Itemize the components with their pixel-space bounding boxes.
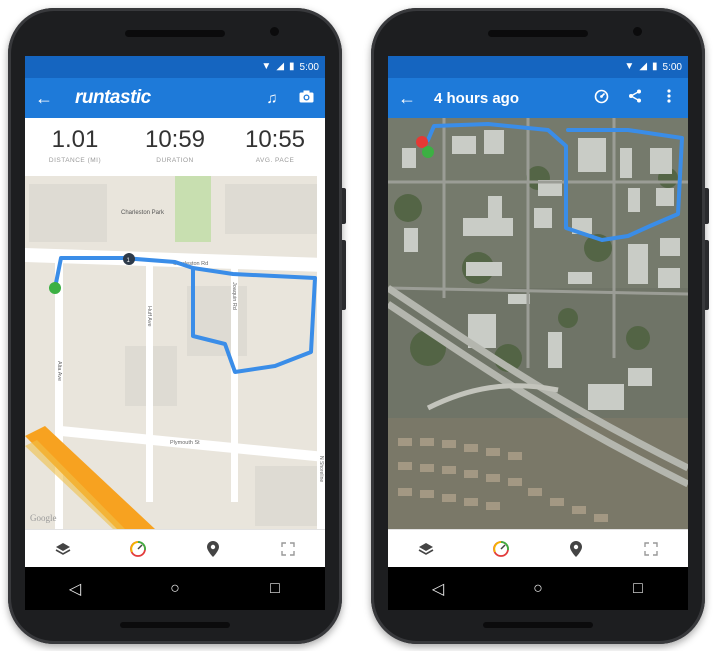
back-nav-icon[interactable]: ◁ (55, 579, 95, 599)
recents-nav-icon[interactable]: □ (618, 580, 658, 598)
location-pin-icon[interactable] (561, 534, 591, 564)
system-nav: ◁ ○ □ (388, 567, 688, 610)
road-label-joaquin: Joaquin Rd (231, 282, 237, 310)
front-camera (633, 27, 642, 36)
music-note-icon[interactable]: ♫ (263, 90, 281, 107)
signal-icon: ◢ (276, 61, 285, 72)
earpiece (125, 30, 225, 37)
share-icon[interactable] (626, 89, 644, 107)
stats-panel: 1.01 DISTANCE (MI) 10:59 DURATION 10:55 … (25, 118, 325, 177)
screen-right: ▼ ◢ ▮ 5:00 ← 4 hours ago ◁ ○ □ (388, 56, 688, 610)
phone-right: ▼ ◢ ▮ 5:00 ← 4 hours ago ◁ ○ □ (371, 8, 709, 644)
arrow-left-icon[interactable]: ← (398, 88, 424, 109)
stat-value: 10:55 (244, 126, 306, 153)
battery-icon: ▮ (652, 61, 658, 72)
system-nav: ◁ ○ □ (25, 567, 325, 610)
stat-distance: 1.01 DISTANCE (MI) (25, 118, 125, 176)
start-marker (422, 146, 434, 158)
road-label-alta: Alta Ave (56, 361, 62, 381)
layers-icon[interactable] (48, 534, 78, 564)
power-button (342, 188, 346, 224)
bottom-speaker (483, 622, 593, 628)
location-pin-icon[interactable] (198, 534, 228, 564)
status-bar: ▼ ◢ ▮ 5:00 (388, 56, 688, 78)
bottom-nav (388, 529, 688, 568)
screen-left: ▼ ◢ ▮ 5:00 ← runtastic ♫ 1.01 DISTANCE (… (25, 56, 325, 610)
volume-button (705, 240, 709, 310)
status-time: 5:00 (299, 61, 319, 73)
route-map[interactable]: Charleston Park Charleston Rd Alta Ave H… (25, 176, 325, 529)
stat-pace: 10:55 AVG. PACE (225, 118, 325, 176)
wifi-icon: ▼ (261, 61, 272, 72)
speedometer-icon[interactable] (486, 534, 516, 564)
arrow-left-icon[interactable]: ← (35, 88, 61, 109)
activity-title: 4 hours ago (434, 89, 520, 107)
road-label-huff: Huff Ave (146, 306, 152, 327)
fullscreen-icon[interactable] (273, 534, 303, 564)
stat-duration: 10:59 DURATION (125, 118, 225, 176)
fullscreen-icon[interactable] (636, 534, 666, 564)
speedometer-icon[interactable] (123, 534, 153, 564)
earpiece (488, 30, 588, 37)
front-camera (270, 27, 279, 36)
road-label-shoreline: N Shoreline (318, 456, 324, 482)
more-vert-icon[interactable] (660, 89, 678, 107)
park-label: Charleston Park (121, 210, 165, 216)
app-brand: runtastic (75, 87, 151, 108)
app-bar: ← runtastic ♫ (25, 78, 325, 118)
stat-label: AVG. PACE (255, 157, 295, 164)
stat-value: 1.01 (51, 126, 99, 153)
volume-button (342, 240, 346, 310)
back-nav-icon[interactable]: ◁ (418, 579, 458, 599)
start-marker (49, 282, 61, 294)
park-area (175, 176, 211, 242)
bottom-speaker (120, 622, 230, 628)
layers-icon[interactable] (411, 534, 441, 564)
road-label-plymouth: Plymouth St (170, 440, 200, 446)
home-nav-icon[interactable]: ○ (518, 580, 558, 598)
status-bar: ▼ ◢ ▮ 5:00 (25, 56, 325, 78)
end-marker (416, 136, 428, 148)
recents-nav-icon[interactable]: □ (255, 580, 295, 598)
map-watermark: Google (30, 513, 57, 523)
bottom-nav (25, 529, 325, 568)
home-nav-icon[interactable]: ○ (155, 580, 195, 598)
battery-icon: ▮ (289, 61, 295, 72)
power-button (705, 188, 709, 224)
road-alta (55, 256, 63, 529)
stat-value: 10:59 (144, 126, 206, 153)
phone-left: ▼ ◢ ▮ 5:00 ← runtastic ♫ 1.01 DISTANCE (… (8, 8, 346, 644)
stat-label: DISTANCE (MI) (48, 157, 102, 164)
signal-icon: ◢ (639, 61, 648, 72)
road-huff (146, 262, 153, 502)
wifi-icon: ▼ (624, 61, 635, 72)
satellite-map[interactable] (388, 118, 688, 529)
status-time: 5:00 (662, 61, 682, 73)
app-bar: ← 4 hours ago (388, 78, 688, 118)
camera-icon[interactable] (297, 90, 315, 107)
stat-label: DURATION (156, 157, 194, 164)
pace-icon[interactable] (592, 89, 610, 108)
